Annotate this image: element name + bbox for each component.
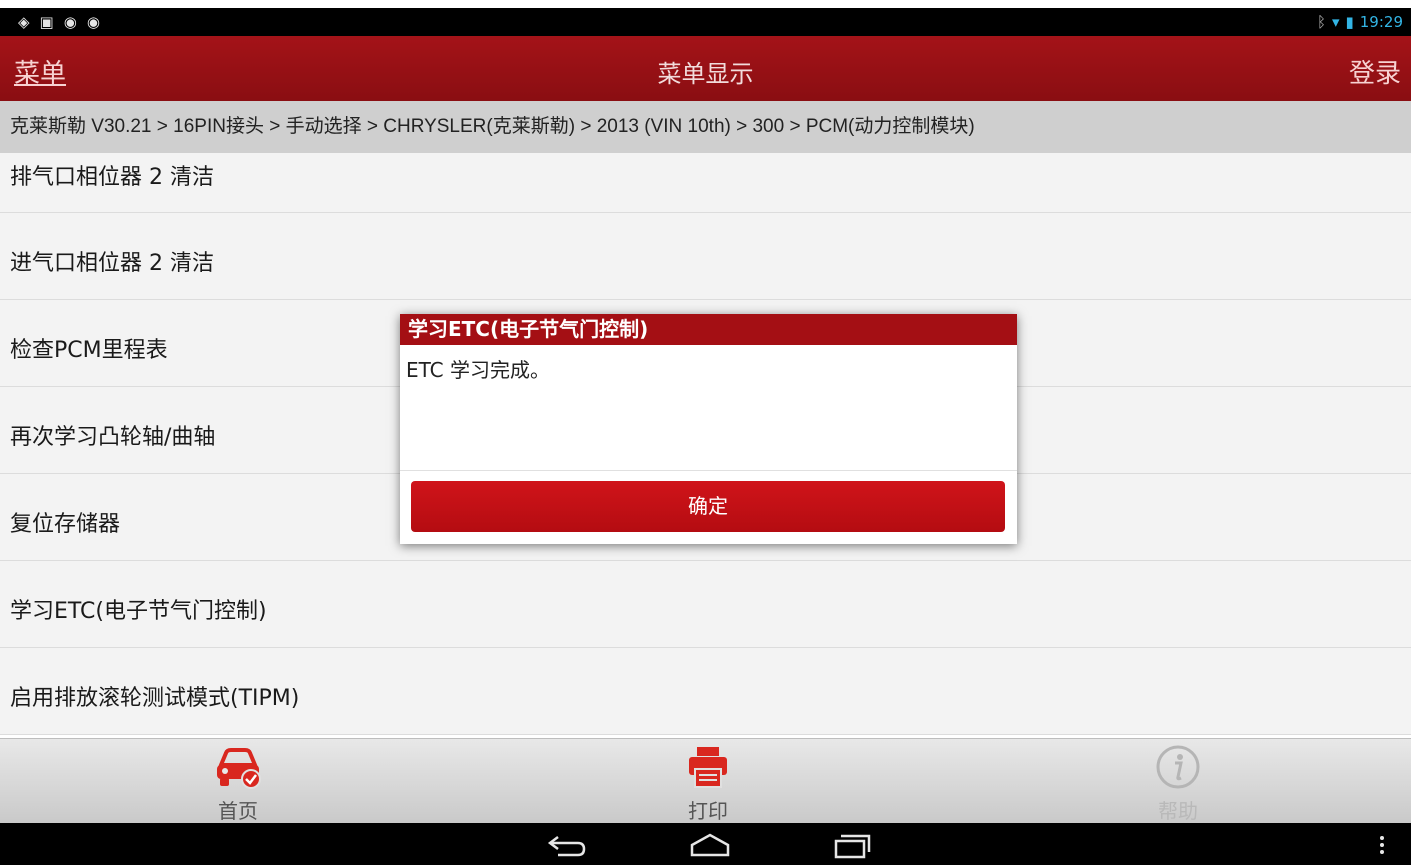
list-item[interactable]: 学习ETC(电子节气门控制) — [0, 561, 1411, 648]
status-bar: ◈ ▣ ◉ ◉ ᛒ ▾ ▮ 19:29 — [0, 8, 1411, 36]
breadcrumb: 克莱斯勒 V30.21 > 16PIN接头 > 手动选择 > CHRYSLER(… — [0, 101, 1411, 153]
page-title: 菜单显示 — [657, 60, 754, 88]
home-icon[interactable] — [686, 831, 734, 859]
help-button[interactable]: 帮助 — [1118, 739, 1238, 824]
chat-icon: ◉ — [63, 13, 77, 31]
dialog-divider — [400, 470, 1017, 471]
ok-button[interactable]: 确定 — [411, 481, 1005, 532]
chat-icon: ◉ — [86, 13, 100, 31]
overflow-menu-icon[interactable] — [1372, 831, 1392, 859]
back-icon[interactable] — [544, 831, 592, 859]
etc-learn-dialog: 学习ETC(电子节气门控制) ETC 学习完成。 确定 — [400, 314, 1017, 544]
dialog-message: ETC 学习完成。 — [406, 358, 551, 382]
top-clip — [0, 0, 1411, 8]
system-nav-bar — [0, 823, 1411, 865]
list-item[interactable]: 启用排放滚轮测试模式(TIPM) — [0, 648, 1411, 735]
recent-apps-icon[interactable] — [828, 831, 876, 859]
home-label: 首页 — [218, 799, 258, 823]
home-button[interactable]: 首页 — [178, 739, 298, 824]
car-icon — [213, 745, 263, 789]
image-icon: ▣ — [39, 13, 54, 31]
title-bar: 菜单 菜单显示 登录 — [0, 36, 1411, 101]
clock: 19:29 — [1359, 13, 1403, 31]
help-label: 帮助 — [1158, 799, 1198, 823]
gps-icon: ◈ — [18, 13, 30, 31]
print-label: 打印 — [688, 799, 728, 823]
bluetooth-icon: ᛒ — [1316, 13, 1326, 31]
login-button[interactable]: 登录 — [1349, 53, 1401, 90]
print-button[interactable]: 打印 — [648, 739, 768, 824]
bottom-toolbar: 首页 打印 帮助 — [0, 738, 1411, 824]
battery-icon: ▮ — [1345, 13, 1354, 31]
info-icon — [1153, 745, 1203, 789]
list-item[interactable]: 排气口相位器 2 清洁 — [0, 153, 1411, 213]
wifi-icon: ▾ — [1331, 13, 1340, 31]
printer-icon — [683, 745, 733, 789]
list-item[interactable]: 进气口相位器 2 清洁 — [0, 213, 1411, 300]
dialog-title: 学习ETC(电子节气门控制) — [400, 314, 1017, 345]
